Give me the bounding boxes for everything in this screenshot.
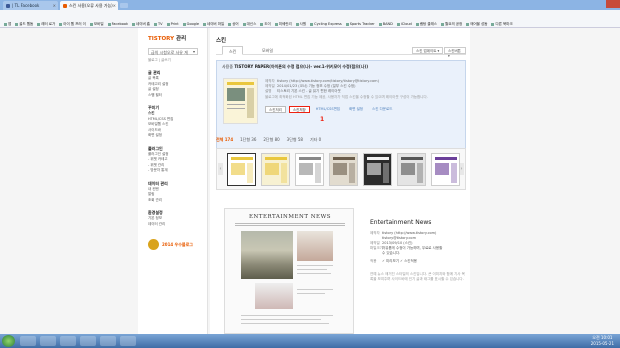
- skin-filters: 전체 174 1단형 36 2단형 80 3단형 58 기타 0: [216, 137, 328, 143]
- chrome-taskbar-icon[interactable]: [80, 336, 96, 346]
- tab-title: | TL Facebook: [12, 3, 40, 8]
- preview-actions[interactable]: ✓ 미리보기 ✓ 스킨적용: [382, 259, 417, 263]
- windows-taskbar: 오전 10:01 2015-05-21: [0, 334, 620, 348]
- browser-tab-active[interactable]: 스킨 사용(오류 사용 가능) ×: [60, 1, 118, 10]
- bookmark-item[interactable]: 앱: [4, 22, 11, 27]
- bookmark-item[interactable]: iCloud: [397, 22, 412, 26]
- skin-thumbnail[interactable]: [363, 153, 392, 186]
- start-button[interactable]: [2, 335, 15, 347]
- facebook-favicon-icon: [6, 4, 10, 8]
- bookmark-item[interactable]: 모바일: [90, 22, 104, 27]
- page-background-right: [470, 28, 620, 334]
- preview-nav: [235, 223, 345, 226]
- preview-photo: [297, 231, 333, 261]
- current-skin-meta: 제작자 tistory (http://www.tistory.com/tisto…: [265, 79, 428, 99]
- skin-filter-tab[interactable]: 전체 174: [216, 137, 233, 142]
- minimize-icon[interactable]: [578, 0, 592, 8]
- blog-links[interactable]: 블로그 | 글쓰기: [148, 58, 201, 63]
- app-taskbar-icon[interactable]: [100, 336, 116, 346]
- bookmark-item[interactable]: Facebook: [108, 22, 128, 26]
- filter-select[interactable]: 스킨버튼 ▾: [444, 47, 466, 58]
- skin-thumbnail[interactable]: [431, 153, 460, 186]
- tistory-favicon-icon: [63, 4, 67, 8]
- bookmark-item[interactable]: Print: [167, 22, 179, 26]
- skin-filter-tab[interactable]: 1단형 36: [240, 137, 256, 142]
- carousel-prev-icon[interactable]: ‹: [218, 163, 223, 175]
- skin-thumbnail[interactable]: [261, 153, 290, 186]
- close-tab-icon[interactable]: ×: [53, 3, 56, 8]
- bookmark-item[interactable]: 네이버 홈: [132, 22, 150, 27]
- skin-thumbnail[interactable]: [227, 153, 256, 186]
- bookmark-item[interactable]: 레터 로가: [37, 22, 55, 27]
- current-skin-title: 사용중 TISTORY PAPER(아이폰의 수정 접으(나)- ver.1-위…: [222, 64, 369, 69]
- ie-taskbar-icon[interactable]: [20, 336, 36, 346]
- screen-settings-link[interactable]: 화면 설정: [346, 106, 366, 113]
- bookmark-item[interactable]: 월요의 공정: [441, 22, 462, 27]
- bookmarks-bar: 앱 골드 웹돔 레터 로가 아이 웹 프러 이 모바일 Facebook 네이버 홈 TV Pr…: [0, 20, 620, 28]
- skin-carousel: ‹ ›: [216, 148, 466, 190]
- kakao-taskbar-icon[interactable]: [120, 336, 136, 346]
- skin-filter-tab[interactable]: 기타 0: [310, 137, 321, 142]
- browser-tab-bar: | TL Facebook × 스킨 사용(오류 사용 가능) ×: [0, 0, 620, 10]
- preview-skin-name: Entertainment News: [370, 219, 432, 226]
- close-window-icon[interactable]: [606, 0, 620, 8]
- admin-sidebar: TISTORY 관리 급의 시청오로 사유 게 블로그 | 글쓰기 글 관리글 …: [138, 28, 208, 334]
- sidebar-menu: 글 관리 글 목록 카테고리 설정 글 설정 스팸 필터 꾸미기 스킨 HTML/CSS 편집…: [148, 70, 201, 231]
- system-clock: 오전 10:01 2015-05-21: [590, 335, 614, 346]
- tab-skin[interactable]: 스킨: [222, 46, 244, 55]
- bookmark-item[interactable]: 골드 웹돔: [15, 22, 33, 27]
- current-skin-thumbnail[interactable]: [223, 78, 258, 124]
- skin-storage-button[interactable]: 스킨저리: [265, 106, 286, 113]
- medal-icon: [148, 239, 159, 250]
- skin-thumbnail[interactable]: [397, 153, 426, 186]
- skin-save-button[interactable]: 스킨저장: [288, 106, 310, 113]
- new-tab-button[interactable]: [120, 3, 128, 8]
- skin-tabs: 스킨 모바일 스킨 업데이트 ▾ 스킨버튼 ▾: [216, 46, 466, 58]
- bookmark-item[interactable]: 도이: [260, 22, 270, 27]
- bookmark-item[interactable]: Cycling Express: [310, 22, 342, 26]
- address-bar-row: ◀ ▶ ↻ rkdrwldk2623.tistory.com/admin/ski…: [0, 10, 620, 29]
- bookmark-item[interactable]: 상어: [228, 22, 238, 27]
- browser-tab[interactable]: | TL Facebook ×: [3, 1, 58, 10]
- skin-thumbnail[interactable]: [295, 153, 324, 186]
- bookmark-item[interactable]: TV: [154, 22, 163, 26]
- skin-thumbnail[interactable]: [329, 153, 358, 186]
- tistory-logo[interactable]: TISTORY 관리: [148, 34, 201, 42]
- blog-select[interactable]: 급의 시청오로 사유 게: [148, 48, 198, 55]
- skin-download-link[interactable]: 스킨 다운로드: [369, 106, 395, 113]
- bookmark-item[interactable]: 아이 웹 프러 이: [59, 22, 86, 27]
- close-tab-icon[interactable]: ×: [113, 3, 116, 8]
- annotation-number: 1: [320, 116, 325, 123]
- bookmark-item[interactable]: 네이버 마일: [203, 22, 224, 27]
- html-css-edit-link[interactable]: HTML/CSS편집: [313, 106, 343, 113]
- bookmark-item[interactable]: 사원: [296, 22, 306, 27]
- skin-filter-tab[interactable]: 2단형 80: [263, 137, 279, 142]
- bookmark-item[interactable]: BAND: [379, 22, 393, 26]
- award-badge: 2014 우수블로그: [148, 239, 201, 250]
- preview-photo: [255, 283, 293, 309]
- preview-site-title: ENTERTAINMENT NEWS: [248, 214, 331, 220]
- bookmark-item[interactable]: Sports Tracker: [346, 22, 375, 26]
- tab-mobile[interactable]: 모바일: [256, 46, 279, 55]
- main-content: 스킨 스킨 모바일 스킨 업데이트 ▾ 스킨버튼 ▾ 사용중 TISTORY P…: [210, 28, 470, 334]
- current-skin-actions: 스킨저리 스킨저장 HTML/CSS편집 화면 설정 스킨 다운로드: [265, 106, 395, 113]
- page-title: 스킨: [216, 38, 227, 44]
- skin-preview-large: ENTERTAINMENT NEWS: [224, 208, 354, 334]
- maximize-icon[interactable]: [592, 0, 606, 8]
- bookmark-item[interactable]: 다른 북마크: [491, 22, 512, 27]
- skin-filter-tab[interactable]: 3단형 58: [287, 137, 303, 142]
- preview-skin-info: Entertainment News 제작자 tistory (http://ww…: [370, 219, 465, 281]
- sort-select[interactable]: 스킨 업데이트 ▾: [412, 47, 444, 54]
- explorer-taskbar-icon[interactable]: [40, 336, 56, 346]
- bookmark-item[interactable]: 대신스: [243, 22, 257, 27]
- bookmark-item[interactable]: 매어블 성돔: [466, 22, 487, 27]
- bookmark-item[interactable]: 쌤탕 클래스: [416, 22, 437, 27]
- bookmark-item[interactable]: 미쉐린리: [275, 22, 292, 27]
- tab-title: 스킨 사용(오류 사용 가능): [69, 3, 113, 8]
- preview-photo: [241, 231, 293, 279]
- media-taskbar-icon[interactable]: [60, 336, 76, 346]
- bookmark-item[interactable]: Google: [183, 22, 199, 26]
